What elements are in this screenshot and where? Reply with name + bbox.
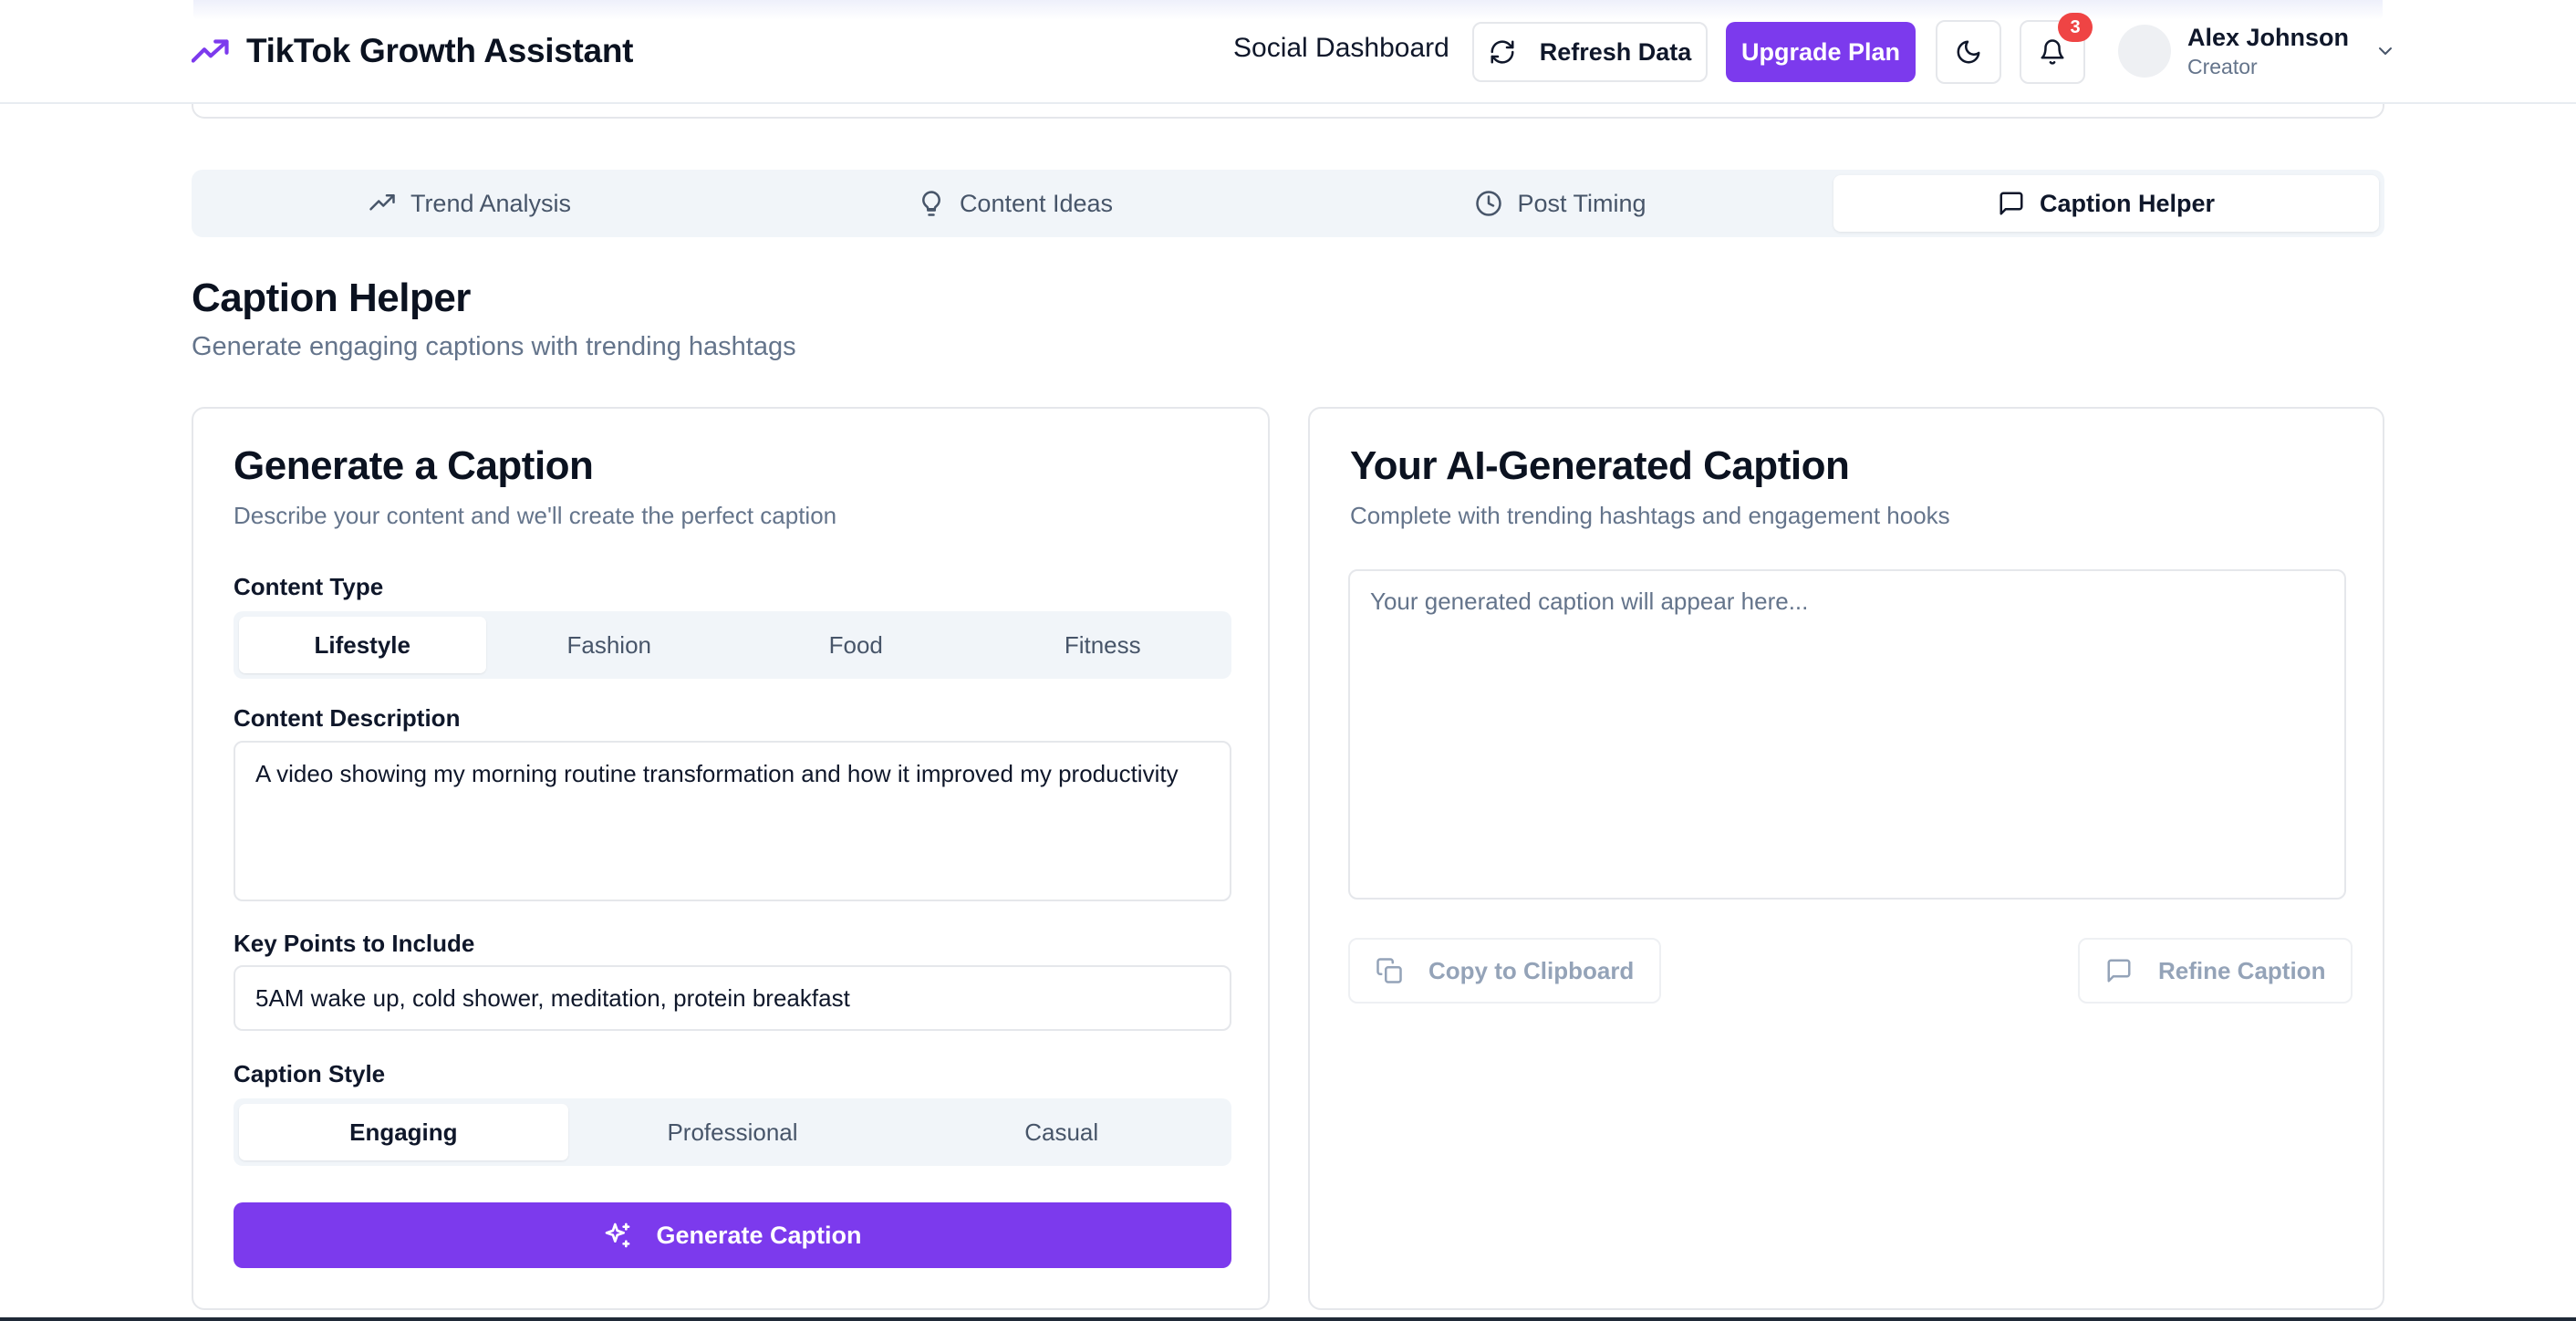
caption-generator-card: Generate a Caption Describe your content… (192, 407, 1270, 1310)
scrolled-content-peek (193, 0, 2383, 20)
brand-title: TikTok Growth Assistant (246, 32, 634, 69)
tab-trend-analysis[interactable]: Trend Analysis (197, 175, 743, 232)
generator-subtitle: Describe your content and we'll create t… (234, 502, 837, 529)
generated-caption-output[interactable]: Your generated caption will appear here.… (1348, 569, 2346, 900)
bell-icon (2039, 38, 2066, 66)
lightbulb-icon (918, 190, 945, 217)
window-bottom-edge (0, 1317, 2576, 1321)
refresh-data-label: Refresh Data (1539, 37, 1692, 66)
refine-caption-button[interactable]: Refine Caption (2078, 938, 2353, 1004)
content-type-food[interactable]: Food (732, 617, 980, 673)
trending-up-icon (369, 190, 396, 217)
caption-style-casual[interactable]: Casual (897, 1104, 1226, 1160)
content-description-field[interactable]: A video showing my morning routine trans… (234, 741, 1231, 901)
notification-count-badge: 3 (2058, 13, 2093, 42)
caption-style-label: Caption Style (234, 1060, 386, 1087)
result-title: Your AI-Generated Caption (1350, 443, 1850, 488)
sparkles-icon (603, 1221, 632, 1250)
theme-toggle-button[interactable] (1936, 20, 2001, 84)
content-type-selector: Lifestyle Fashion Food Fitness (234, 611, 1231, 679)
content-type-lifestyle[interactable]: Lifestyle (239, 617, 486, 673)
page-title: Caption Helper (192, 276, 471, 320)
brand[interactable]: TikTok Growth Assistant (192, 27, 633, 75)
copy-to-clipboard-button[interactable]: Copy to Clipboard (1348, 938, 1662, 1004)
content-type-fitness[interactable]: Fitness (980, 617, 1227, 673)
generated-caption-card: Your AI-Generated Caption Complete with … (1308, 407, 2384, 1310)
avatar (2118, 25, 2171, 78)
user-menu[interactable]: Alex Johnson Creator (2118, 20, 2396, 82)
copy-icon (1376, 957, 1403, 984)
caption-style-selector: Engaging Professional Casual (234, 1098, 1231, 1166)
page-subtitle: Generate engaging captions with trending… (192, 332, 796, 361)
tab-content-ideas[interactable]: Content Ideas (743, 175, 1288, 232)
key-points-field[interactable]: 5AM wake up, cold shower, meditation, pr… (234, 965, 1231, 1031)
tab-label: Content Ideas (959, 189, 1114, 217)
copy-label: Copy to Clipboard (1428, 956, 1635, 984)
refresh-icon (1489, 38, 1516, 66)
refresh-data-button[interactable]: Refresh Data (1472, 22, 1708, 82)
result-subtitle: Complete with trending hashtags and enga… (1350, 502, 1950, 529)
generator-title: Generate a Caption (234, 443, 594, 488)
key-points-label: Key Points to Include (234, 930, 475, 957)
moon-icon (1955, 38, 1982, 66)
content-description-label: Content Description (234, 704, 461, 732)
user-name: Alex Johnson (2187, 24, 2350, 51)
message-square-icon (2105, 957, 2133, 984)
generate-caption-button[interactable]: Generate Caption (234, 1202, 1231, 1268)
tab-caption-helper[interactable]: Caption Helper (1833, 175, 2379, 232)
main-tabs: Trend Analysis Content Ideas Post Timing… (192, 170, 2384, 237)
caption-style-professional[interactable]: Professional (568, 1104, 898, 1160)
trending-up-icon (192, 37, 230, 65)
message-square-icon (1998, 190, 2025, 217)
tab-post-timing[interactable]: Post Timing (1288, 175, 1833, 232)
tab-label: Post Timing (1517, 189, 1646, 217)
tab-label: Caption Helper (2039, 189, 2216, 217)
refine-label: Refine Caption (2158, 956, 2326, 984)
top-header: TikTok Growth Assistant Social Dashboard… (0, 0, 2576, 104)
user-role: Creator (2187, 55, 2258, 78)
nav-social-dashboard[interactable]: Social Dashboard (1233, 33, 1449, 64)
generate-caption-label: Generate Caption (656, 1221, 862, 1249)
chevron-down-icon (2374, 40, 2396, 62)
tab-label: Trend Analysis (410, 189, 572, 217)
upgrade-plan-button[interactable]: Upgrade Plan (1726, 22, 1916, 82)
caption-style-engaging[interactable]: Engaging (239, 1104, 568, 1160)
content-type-fashion[interactable]: Fashion (486, 617, 733, 673)
clock-icon (1475, 190, 1502, 217)
content-type-label: Content Type (234, 573, 384, 600)
